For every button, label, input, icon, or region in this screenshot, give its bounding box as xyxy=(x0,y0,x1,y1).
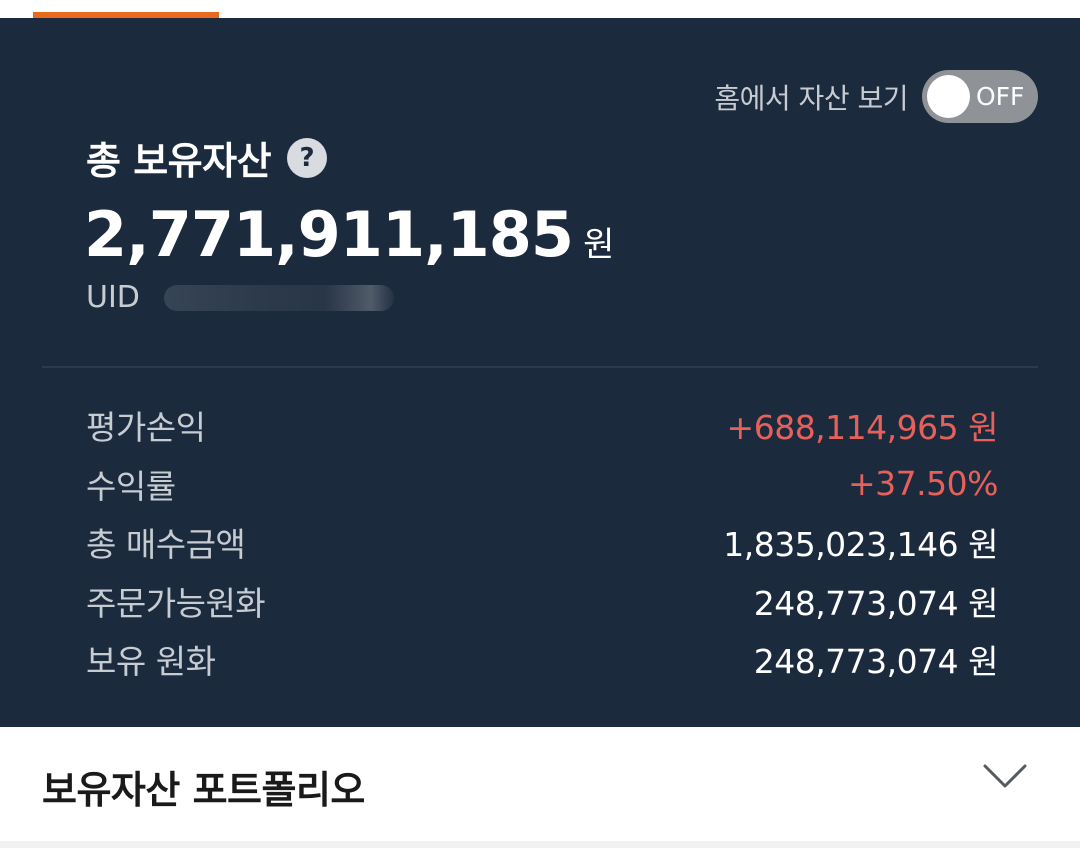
total-assets-value-row: 2,771,911,185 원 xyxy=(84,198,614,271)
bottom-divider xyxy=(0,841,1080,848)
home-asset-toggle-row: 홈에서 자산 보기 OFF xyxy=(714,70,1038,123)
portfolio-title: 보유자산 포트폴리오 xyxy=(42,768,365,812)
toggle-knob xyxy=(927,75,970,118)
total-assets-value: 2,771,911,185 xyxy=(84,198,574,271)
stat-label: 주문가능원화 xyxy=(86,583,266,623)
stat-row-orderable-krw: 주문가능원화 248,773,074 원 xyxy=(86,572,999,631)
stat-label: 총 매수금액 xyxy=(86,525,246,565)
stat-value: 248,773,074 원 xyxy=(753,642,999,682)
uid-redacted-value xyxy=(163,284,394,311)
stat-value: +37.50% xyxy=(848,464,998,504)
uid-row: UID xyxy=(86,280,394,315)
stat-label: 수익률 xyxy=(86,466,176,506)
uid-label: UID xyxy=(86,280,140,315)
help-icon[interactable]: ? xyxy=(287,137,328,178)
asset-summary-panel: 홈에서 자산 보기 OFF 총 보유자산 ? 2,771,911,185 원 U… xyxy=(0,18,1080,727)
stat-value: +688,114,965 원 xyxy=(726,408,999,448)
total-assets-title: 총 보유자산 xyxy=(86,139,272,183)
home-asset-toggle-label: 홈에서 자산 보기 xyxy=(714,81,908,115)
stat-value: 1,835,023,146 원 xyxy=(723,525,998,565)
asset-stats-list: 평가손익 +688,114,965 원 수익률 +37.50% 총 매수금액 1… xyxy=(86,396,999,689)
stat-row-total-purchase: 총 매수금액 1,835,023,146 원 xyxy=(86,513,998,572)
divider xyxy=(42,366,1038,368)
portfolio-section-header[interactable]: 보유자산 포트폴리오 xyxy=(0,727,1080,841)
home-asset-toggle[interactable]: OFF xyxy=(922,70,1038,123)
stat-label: 보유 원화 xyxy=(86,642,216,682)
stat-label: 평가손익 xyxy=(86,408,206,448)
stat-row-held-krw: 보유 원화 248,773,074 원 xyxy=(86,630,999,689)
stat-row-return-rate: 수익률 +37.50% xyxy=(86,455,998,514)
total-assets-unit: 원 xyxy=(583,225,615,265)
total-assets-header: 총 보유자산 ? xyxy=(86,130,328,185)
stat-row-unrealized-pnl: 평가손익 +688,114,965 원 xyxy=(86,396,999,455)
toggle-state-text: OFF xyxy=(976,82,1025,111)
stat-value: 248,773,074 원 xyxy=(753,583,999,623)
chevron-down-icon[interactable] xyxy=(982,761,1028,791)
